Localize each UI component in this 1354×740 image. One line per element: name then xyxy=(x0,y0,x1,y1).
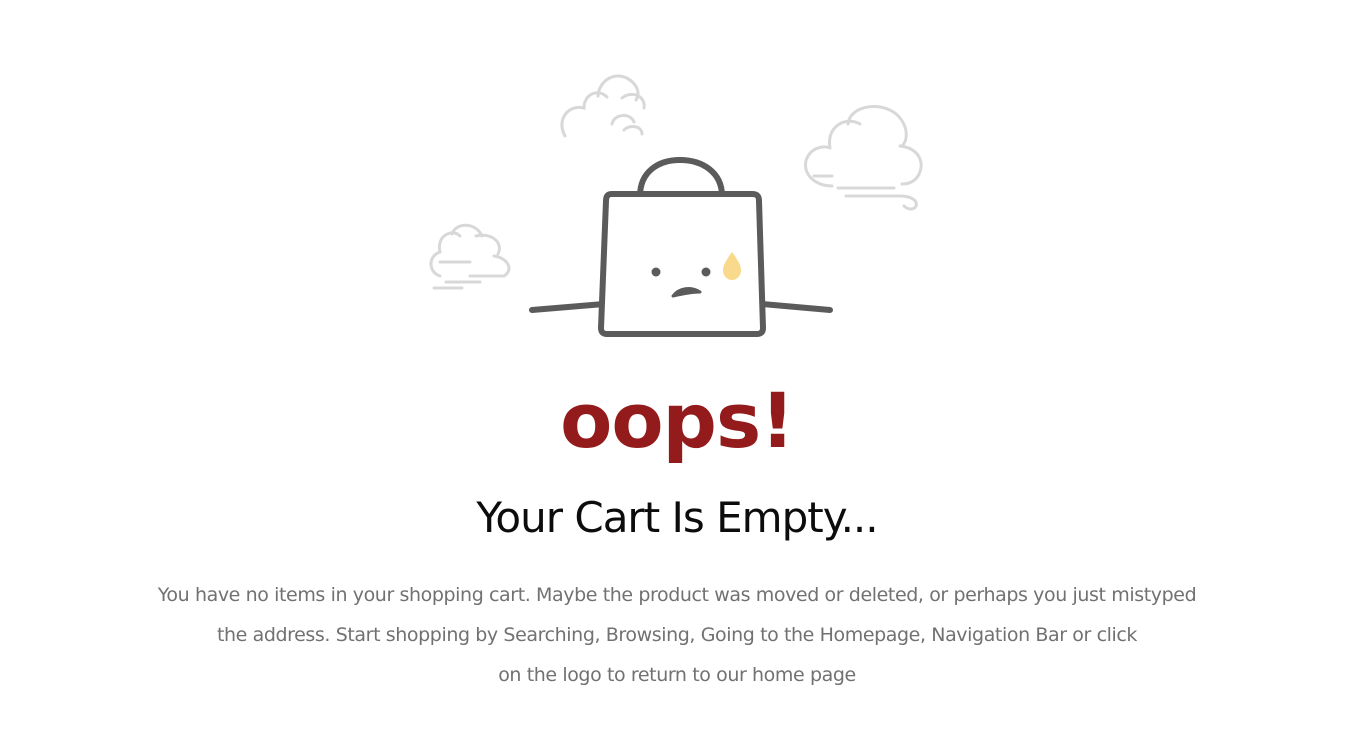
cloud-icon xyxy=(804,105,923,211)
message-line: the address. Start shopping by Searching… xyxy=(216,624,1138,646)
empty-cart-heading: Your Cart Is Empty... xyxy=(476,493,878,542)
cloud-icon xyxy=(429,223,511,290)
empty-cart-page: oops! Your Cart Is Empty... You have no … xyxy=(0,0,1354,740)
message-line: on the logo to return to our home page xyxy=(498,664,856,686)
empty-cart-message: You have no items in your shopping cart.… xyxy=(0,575,1354,695)
oops-title: oops! xyxy=(560,376,795,465)
sad-shopping-bag-icon xyxy=(529,156,833,337)
cloud-icon xyxy=(560,74,646,138)
message-line: You have no items in your shopping cart.… xyxy=(157,584,1197,606)
empty-cart-illustration xyxy=(429,74,923,337)
